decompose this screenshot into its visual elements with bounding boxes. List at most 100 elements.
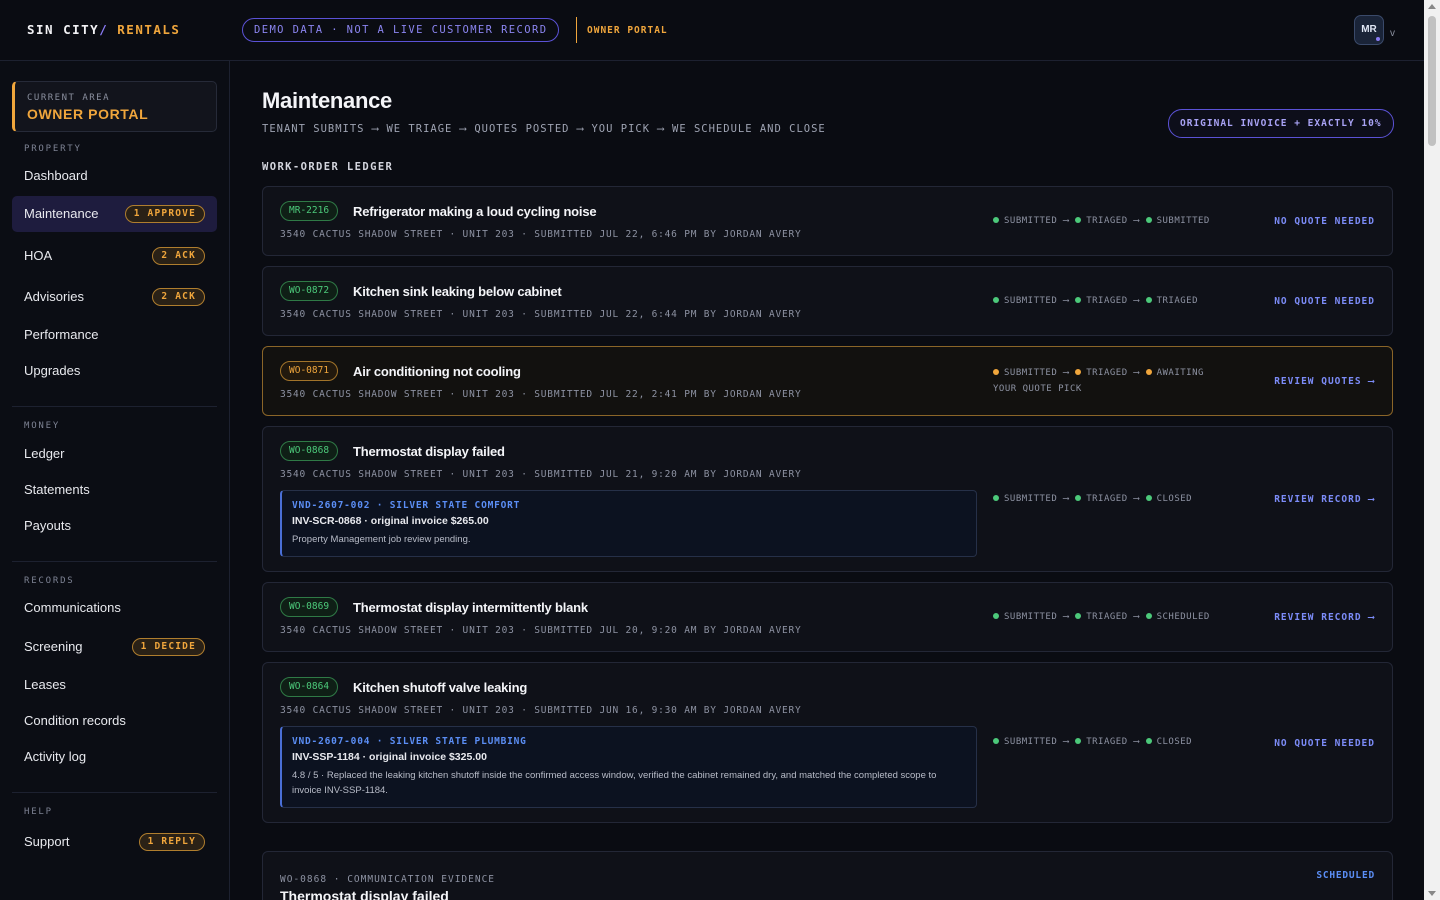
sidebar-item-hoa[interactable]: HOA 2 ACK	[12, 238, 217, 274]
pipeline-step: SUBMITTED	[1004, 737, 1058, 747]
sidebar-item-label: Advisories	[24, 289, 84, 304]
pipeline-step: SUBMITTED	[1004, 296, 1058, 306]
user-avatar[interactable]: MR	[1354, 15, 1384, 45]
work-order-id: WO-0871	[280, 361, 339, 381]
sidebar-item-statements[interactable]: Statements	[12, 472, 217, 508]
work-order-action: NO QUOTE NEEDED	[1274, 738, 1375, 749]
review-record-link[interactable]: REVIEW RECORD ⟶	[1274, 612, 1375, 623]
sidebar-item-support[interactable]: Support 1 REPLY	[12, 824, 217, 860]
sidebar-item-activity-log[interactable]: Activity log	[12, 739, 217, 775]
page-scrollbar[interactable]	[1424, 0, 1440, 900]
work-order-id: WO-0872	[280, 281, 339, 301]
sidebar-item-label: Maintenance	[24, 206, 99, 221]
sidebar-item-label: Screening	[24, 639, 83, 654]
work-order-title: Refrigerator making a loud cycling noise	[353, 204, 597, 219]
work-order-card[interactable]: MR-2216 Refrigerator making a loud cycli…	[262, 186, 1393, 256]
status-pipeline: SUBMITTED ⟶ TRIAGED ⟶ TRIAGED	[993, 293, 1253, 309]
pipeline-step: SCHEDULED	[1156, 612, 1210, 622]
top-bar: SIN CITY/ RENTALS DEMO DATA · NOT A LIVE…	[0, 0, 1424, 61]
work-order-meta: 3540 CACTUS SHADOW STREET · UNIT 203 · S…	[280, 229, 802, 240]
pipeline-step: TRIAGED	[1086, 216, 1128, 226]
arrow-right-icon: ⟶	[1063, 296, 1070, 306]
ack-count-badge: 2 ACK	[152, 288, 205, 306]
vendor-summary: VND-2607-002 · SILVER STATE COMFORT INV-…	[280, 490, 977, 557]
pipeline-step: SUBMITTED	[1004, 368, 1058, 378]
status-dot-icon	[1145, 217, 1152, 223]
vendor-note: Property Management job review pending.	[292, 534, 471, 545]
scroll-thumb[interactable]	[1428, 16, 1436, 146]
sidebar-item-label: Dashboard	[24, 168, 88, 183]
sidebar-item-advisories[interactable]: Advisories 2 ACK	[12, 279, 217, 315]
sidebar-item-label: Communications	[24, 600, 121, 615]
vendor-invoice: INV-SCR-0868 · original invoice $265.00	[292, 515, 489, 527]
sidebar-item-dashboard[interactable]: Dashboard	[12, 158, 217, 194]
sidebar-item-label: Leases	[24, 677, 66, 692]
sidebar-item-maintenance[interactable]: Maintenance 1 APPROVE	[12, 196, 217, 232]
portal-tag: OWNER PORTAL	[587, 25, 668, 36]
pipeline-step: SUBMITTED	[1004, 612, 1058, 622]
page-title: Maintenance	[262, 88, 392, 113]
section-label-records: RECORDS	[24, 576, 75, 586]
status-dot-icon	[1075, 297, 1082, 303]
work-order-meta: 3540 CACTUS SHADOW STREET · UNIT 203 · S…	[280, 469, 802, 480]
sidebar-item-ledger[interactable]: Ledger	[12, 436, 217, 472]
section-label-property: PROPERTY	[24, 144, 82, 154]
status-pipeline: SUBMITTED ⟶ TRIAGED ⟶ SUBMITTED	[993, 213, 1253, 229]
pipeline-step: SUBMITTED	[1004, 494, 1058, 504]
sidebar-item-leases[interactable]: Leases	[12, 667, 217, 703]
arrow-right-icon: ⟶	[1063, 216, 1070, 226]
section-heading: WORK-ORDER LEDGER	[262, 161, 394, 173]
vendor-note: 4.8 / 5 · Replaced the leaking kitchen s…	[292, 770, 937, 796]
sidebar-item-performance[interactable]: Performance	[12, 317, 217, 353]
status-pipeline: SUBMITTED ⟶ TRIAGED ⟶ SCHEDULED	[993, 609, 1253, 625]
work-order-meta: 3540 CACTUS SHADOW STREET · UNIT 203 · S…	[280, 625, 802, 636]
scroll-up-arrow-icon[interactable]	[1428, 4, 1436, 9]
sidebar-item-label: Performance	[24, 327, 99, 342]
status-dot-icon	[993, 495, 999, 501]
sidebar-item-upgrades[interactable]: Upgrades	[12, 353, 217, 389]
pipeline-step: SUBMITTED	[1004, 216, 1058, 226]
sidebar-item-screening[interactable]: Screening 1 DECIDE	[12, 629, 217, 665]
demo-data-notice: DEMO DATA · NOT A LIVE CUSTOMER RECORD	[242, 18, 560, 42]
work-order-card[interactable]: WO-0871 Air conditioning not cooling 354…	[262, 346, 1393, 416]
sidebar-item-communications[interactable]: Communications	[12, 590, 217, 626]
brand-slash: /	[99, 22, 118, 37]
pipeline-step: TRIAGED	[1086, 368, 1128, 378]
sidebar-item-label: Statements	[24, 482, 90, 497]
pipeline-step-continued: YOUR QUOTE PICK	[993, 384, 1082, 394]
approve-count-badge: 1 APPROVE	[124, 205, 205, 223]
status-dot-icon	[1145, 495, 1152, 501]
work-order-meta: 3540 CACTUS SHADOW STREET · UNIT 203 · S…	[280, 705, 802, 716]
work-order-card[interactable]: WO-0872 Kitchen sink leaking below cabin…	[262, 266, 1393, 336]
status-dot-icon	[993, 738, 999, 744]
work-order-title: Kitchen shutoff valve leaking	[353, 680, 528, 695]
scroll-down-arrow-icon[interactable]	[1428, 891, 1436, 896]
section-label-help: HELP	[24, 807, 53, 817]
communication-evidence-card[interactable]: WO-0868 · COMMUNICATION EVIDENCE Thermos…	[262, 851, 1393, 900]
status-dot-icon	[1145, 613, 1152, 619]
status-dot-icon	[993, 369, 999, 375]
review-quotes-link[interactable]: REVIEW QUOTES ⟶	[1274, 376, 1375, 387]
brand-logo[interactable]: SIN CITY/ RENTALS	[27, 22, 180, 37]
work-order-id: WO-0868	[280, 441, 339, 461]
current-area-value: OWNER PORTAL	[27, 106, 149, 122]
sidebar-item-payouts[interactable]: Payouts	[12, 508, 217, 544]
sidebar-item-condition-records[interactable]: Condition records	[12, 703, 217, 739]
work-order-card[interactable]: WO-0869 Thermostat display intermittentl…	[262, 582, 1393, 652]
pipeline-step: TRIAGED	[1086, 612, 1128, 622]
arrow-right-icon: ⟶	[1133, 494, 1140, 504]
work-order-card[interactable]: WO-0864 Kitchen shutoff valve leaking 35…	[262, 662, 1393, 823]
sidebar-item-label: Activity log	[24, 749, 87, 764]
chevron-down-icon[interactable]: v	[1390, 28, 1395, 39]
work-order-meta: 3540 CACTUS SHADOW STREET · UNIT 203 · S…	[280, 389, 802, 400]
arrow-right-icon: ⟶	[1063, 494, 1070, 504]
evidence-title: Thermostat display failed	[280, 888, 449, 900]
work-order-title: Kitchen sink leaking below cabinet	[353, 284, 562, 299]
vendor-invoice: INV-SSP-1184 · original invoice $325.00	[292, 751, 487, 763]
work-order-card[interactable]: WO-0868 Thermostat display failed 3540 C…	[262, 426, 1393, 572]
brand-accent: RENTALS	[117, 22, 181, 37]
work-order-meta: 3540 CACTUS SHADOW STREET · UNIT 203 · S…	[280, 309, 802, 320]
work-order-title: Thermostat display intermittently blank	[353, 600, 588, 615]
review-record-link[interactable]: REVIEW RECORD ⟶	[1274, 494, 1375, 505]
status-dot-icon	[993, 297, 999, 303]
